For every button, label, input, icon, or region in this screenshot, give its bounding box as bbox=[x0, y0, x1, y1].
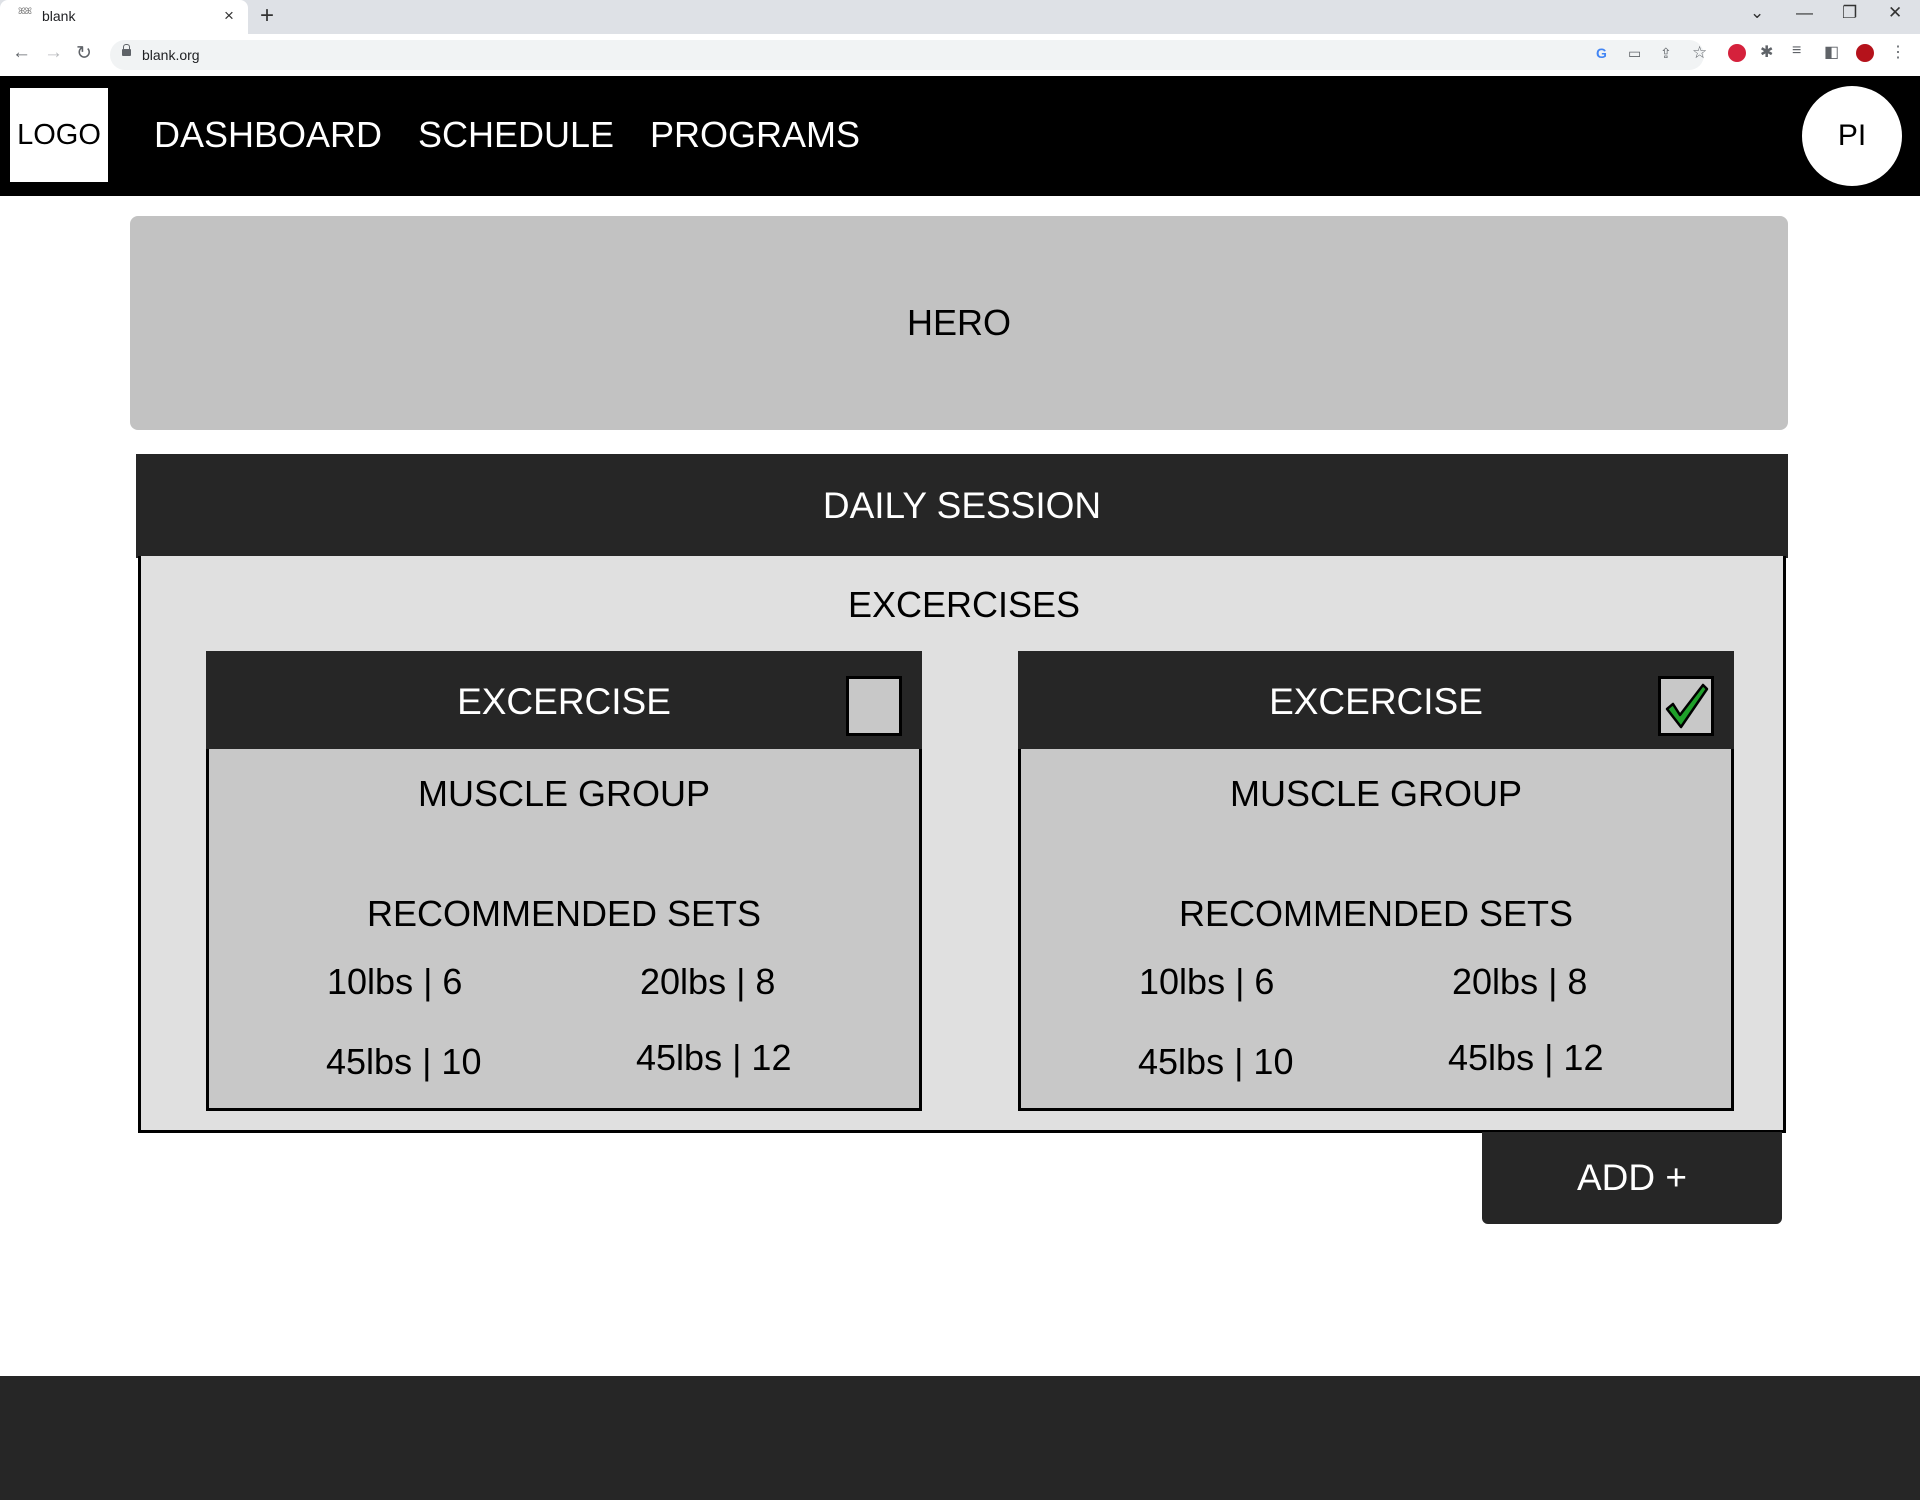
browser-toolbar: ← → ↻ blank.org G ▭ ⇪ ☆ ✱ ≡ ◧ ⋮ bbox=[0, 34, 1920, 77]
site-logo[interactable]: LOGO bbox=[10, 88, 108, 182]
back-icon[interactable]: ← bbox=[12, 42, 31, 64]
close-window-icon[interactable]: ✕ bbox=[1888, 3, 1902, 23]
muscle-group-label: MUSCLE GROUP bbox=[417, 773, 711, 814]
browser-menu-icon[interactable]: ⋮ bbox=[1890, 42, 1906, 62]
bookmark-star-icon[interactable]: ☆ bbox=[1692, 43, 1707, 63]
nav-link-programs[interactable]: PROGRAMS bbox=[650, 114, 860, 156]
side-panel-icon[interactable]: ◧ bbox=[1824, 42, 1839, 62]
exercise-card: EXCERCISE MUSCLE GROUP RECOMMENDED SETS … bbox=[1018, 651, 1734, 1111]
set-entry: 10lbs | 6 bbox=[327, 961, 463, 1002]
exercise-title: EXCERCISE bbox=[1269, 681, 1483, 722]
tab-search-icon[interactable]: ⌄ bbox=[1750, 3, 1764, 23]
address-bar[interactable]: blank.org G ▭ ⇪ ☆ bbox=[110, 40, 1707, 70]
new-tab-button[interactable]: + bbox=[260, 2, 274, 30]
add-exercise-button[interactable]: ADD + bbox=[1482, 1132, 1782, 1224]
daily-session-header: DAILY SESSION bbox=[136, 454, 1788, 558]
adblock-extension-icon[interactable] bbox=[1728, 44, 1746, 62]
browser-tabstrip: ꕤꕤ blank × + ⌄ — ❐ ✕ bbox=[0, 0, 1920, 34]
favicon-icon: ꕤꕤ bbox=[18, 7, 32, 17]
muscle-group-label: MUSCLE GROUP bbox=[1229, 773, 1523, 814]
exercise-card-body: MUSCLE GROUP RECOMMENDED SETS 10lbs | 6 … bbox=[206, 749, 922, 1111]
minimize-icon[interactable]: — bbox=[1796, 3, 1813, 23]
extensions-puzzle-icon[interactable]: ✱ bbox=[1760, 42, 1773, 62]
recommended-sets-label: RECOMMENDED SETS bbox=[1178, 893, 1574, 934]
set-entry: 20lbs | 8 bbox=[1452, 961, 1588, 1002]
browser-tab[interactable]: ꕤꕤ blank × bbox=[0, 0, 248, 34]
tab-close-icon[interactable]: × bbox=[224, 6, 234, 26]
set-entry: 20lbs | 8 bbox=[640, 961, 776, 1002]
share-icon[interactable]: ⇪ bbox=[1660, 45, 1672, 62]
set-entry: 45lbs | 12 bbox=[636, 1037, 792, 1078]
daily-session-panel: EXCERCISES EXCERCISE MUSCLE GROUP RECOMM… bbox=[138, 556, 1786, 1133]
exercise-card: EXCERCISE MUSCLE GROUP RECOMMENDED SETS … bbox=[206, 651, 922, 1111]
set-entry: 45lbs | 10 bbox=[1138, 1041, 1294, 1082]
profile-avatar[interactable]: PI bbox=[1802, 86, 1902, 186]
set-entry: 45lbs | 10 bbox=[326, 1041, 482, 1082]
exercise-card-header: EXCERCISE bbox=[206, 651, 922, 749]
set-entry: 45lbs | 12 bbox=[1448, 1037, 1604, 1078]
exercise-complete-checkbox[interactable] bbox=[846, 676, 902, 736]
nav-link-schedule[interactable]: SCHEDULE bbox=[418, 114, 614, 156]
exercise-card-header: EXCERCISE bbox=[1018, 651, 1734, 749]
exercises-heading: EXCERCISES bbox=[847, 584, 1081, 625]
exercise-title: EXCERCISE bbox=[457, 681, 671, 722]
nav-link-dashboard[interactable]: DASHBOARD bbox=[154, 114, 382, 156]
restore-icon[interactable]: ❐ bbox=[1842, 3, 1857, 23]
url-text[interactable]: blank.org bbox=[142, 47, 200, 63]
exercise-complete-checkbox[interactable] bbox=[1658, 676, 1714, 736]
card-icon[interactable]: ▭ bbox=[1628, 45, 1641, 62]
checkmark-icon bbox=[1665, 683, 1709, 729]
site-navbar: LOGO DASHBOARD SCHEDULE PROGRAMS PI bbox=[0, 76, 1920, 196]
recommended-sets-label: RECOMMENDED SETS bbox=[366, 893, 762, 934]
browser-profile-icon[interactable] bbox=[1856, 44, 1874, 62]
set-entry: 10lbs | 6 bbox=[1139, 961, 1275, 1002]
site-footer bbox=[0, 1376, 1920, 1500]
media-controls-icon[interactable]: ≡ bbox=[1792, 42, 1801, 60]
hero-banner: HERO bbox=[130, 216, 1788, 430]
reload-icon[interactable]: ↻ bbox=[76, 42, 92, 65]
google-lens-icon[interactable]: G bbox=[1596, 45, 1607, 61]
tab-title: blank bbox=[42, 8, 76, 24]
forward-icon[interactable]: → bbox=[44, 42, 63, 64]
lock-icon[interactable] bbox=[122, 44, 131, 56]
exercise-card-body: MUSCLE GROUP RECOMMENDED SETS 10lbs | 6 … bbox=[1018, 749, 1734, 1111]
